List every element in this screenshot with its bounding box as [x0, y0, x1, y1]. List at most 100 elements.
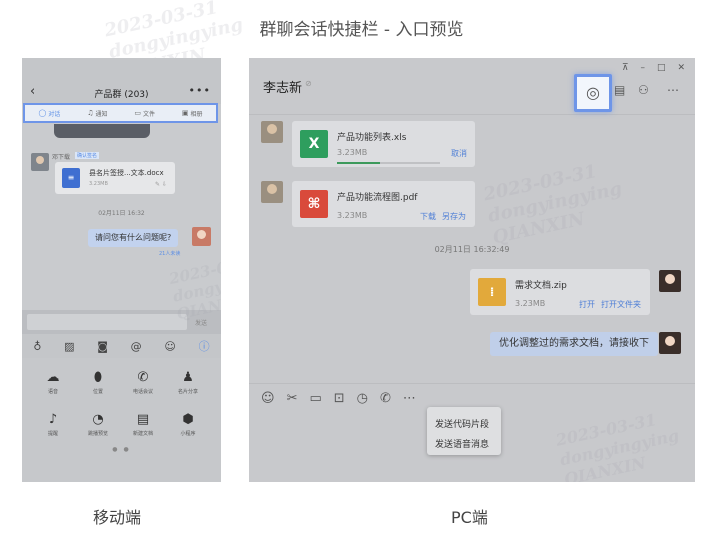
open-folder-button[interactable]: 打开文件夹: [601, 299, 641, 310]
avatar[interactable]: [659, 332, 681, 354]
tab-album[interactable]: ▣ 相册: [182, 109, 203, 118]
avatar[interactable]: [31, 153, 49, 171]
tab-files[interactable]: ▭ 文件: [134, 109, 155, 118]
tab-label: 相册: [190, 110, 203, 118]
more-menu: 发送代码片段 发送语音消息: [427, 407, 501, 455]
upload-progress: [337, 162, 440, 164]
minimize-icon[interactable]: –: [640, 63, 645, 73]
more-icon[interactable]: ⋯: [667, 83, 679, 97]
save-as-button[interactable]: 另存为: [442, 211, 466, 222]
file-message-zip[interactable]: ⁞ 需求文档.zip 3.23MB 打开 打开文件夹: [470, 269, 650, 315]
scissors-icon[interactable]: ✂: [287, 391, 298, 406]
gauge-icon: ◔: [92, 412, 104, 427]
pin-icon[interactable]: ⊼: [622, 63, 629, 73]
menu-item-send-voice-message[interactable]: 发送语音消息: [435, 437, 489, 450]
page-title: 群聊会话快捷栏 - 入口预览: [259, 20, 464, 40]
file-name: 县名片签授...文本.docx: [89, 169, 164, 177]
open-button[interactable]: 打开: [579, 299, 595, 310]
avatar[interactable]: [261, 181, 283, 203]
chat-icon: ◯: [38, 109, 47, 117]
file-message[interactable]: ≡ 县名片签授...文本.docx 3.23MB ✎ ⇩: [55, 162, 175, 194]
phone-icon[interactable]: ✆: [380, 391, 391, 406]
contacts-icon[interactable]: ⚇: [638, 83, 649, 97]
clock-icon[interactable]: ◷: [357, 391, 368, 406]
tab-label: 通知: [95, 110, 108, 118]
bell-icon: ♫: [87, 109, 94, 117]
menu-item-send-code-snippet[interactable]: 发送代码片段: [435, 417, 489, 430]
date-divider: 02月11日 16:32: [98, 210, 145, 217]
mobile-input-bar: 发送: [22, 310, 221, 334]
cloud-icon: ☁: [46, 370, 60, 385]
grid-item-remind[interactable]: ♪ 提醒: [31, 412, 75, 437]
grid-item-live[interactable]: ◔ 跳播预览: [76, 412, 120, 437]
grid-item-miniapp[interactable]: ⬢ 小程序: [166, 412, 210, 437]
info-icon[interactable]: ⓘ: [199, 338, 210, 354]
word-file-icon: ≡: [62, 168, 80, 188]
at-icon[interactable]: @: [131, 340, 142, 353]
mobile-shortcut-bar: ◯ 对话 ♫ 通知 ▭ 文件 ▣ 相册: [23, 103, 218, 123]
grid-item-card[interactable]: ♟ 名片分享: [166, 370, 210, 395]
tab-chat[interactable]: ◯ 对话: [38, 109, 60, 118]
file-size: 3.23MB: [89, 181, 108, 187]
tab-notice[interactable]: ♫ 通知: [87, 109, 107, 118]
date-divider: 02月11日 16:32:49: [434, 245, 510, 254]
avatar[interactable]: [192, 227, 211, 246]
grid-label: 名片分享: [177, 389, 198, 395]
grid-item-doc[interactable]: ▤ 新建文档: [121, 412, 165, 437]
folder-icon: ▭: [134, 109, 141, 117]
read-status[interactable]: 21人未读: [159, 250, 180, 257]
location-icon: ⬮: [93, 370, 103, 385]
contact-name: 李志新: [263, 81, 303, 96]
grid-item-conference[interactable]: ✆ 电话会议: [121, 370, 165, 395]
mobile-header: ‹ 产品群 (203) •••: [22, 58, 221, 104]
grid-label: 跳播预览: [87, 431, 108, 437]
text-message[interactable]: 请问您有什么问题呢?: [88, 229, 179, 247]
pdf-file-icon: ⌘: [300, 190, 328, 218]
file-message-xls[interactable]: X 产品功能列表.xls 3.23MB 取消: [292, 121, 475, 167]
mic-icon[interactable]: ♁: [33, 340, 41, 353]
status-icon: ⊘: [305, 79, 312, 88]
mobile-preview: ‹ 产品群 (203) ••• ◯ 对话 ♫ 通知 ▭ 文件 ▣ 相册 邓下载 …: [22, 58, 221, 482]
cube-icon: ⬢: [182, 412, 194, 427]
file-size: 3.23MB: [337, 211, 368, 220]
emoji-icon[interactable]: ☺: [164, 340, 175, 353]
grid-label: 位置: [92, 389, 103, 395]
emoji-icon[interactable]: ☺: [261, 391, 275, 406]
image-icon[interactable]: ▨: [64, 340, 74, 353]
text-message[interactable]: 优化调整过的需求文档，请接收下: [490, 332, 658, 356]
send-button[interactable]: 发送: [195, 318, 207, 327]
file-name: 产品功能流程图.pdf: [337, 193, 418, 203]
folder-icon[interactable]: ▭: [309, 391, 321, 406]
image-icon: ▣: [181, 109, 189, 117]
document-icon[interactable]: ▤: [614, 83, 625, 97]
window-controls: ⊼ – □ ✕: [622, 63, 685, 73]
grid-item-voice[interactable]: ☁ 语音: [31, 370, 75, 395]
avatar[interactable]: [261, 121, 283, 143]
grid-label: 语音: [47, 389, 58, 395]
grid-label: 提醒: [47, 431, 58, 437]
tab-label: 文件: [143, 110, 156, 118]
zip-file-icon: ⁞: [478, 278, 506, 306]
camera-icon[interactable]: ◙: [97, 340, 108, 353]
more-icon[interactable]: •••: [189, 84, 211, 97]
download-button[interactable]: 下载: [420, 211, 436, 222]
file-size: 3.23MB: [515, 299, 546, 308]
previous-message-card: [54, 124, 150, 138]
close-icon[interactable]: ✕: [677, 63, 685, 73]
grid-label: 新建文档: [132, 431, 153, 437]
file-size: 3.23MB: [337, 148, 368, 157]
excel-file-icon: X: [300, 130, 328, 158]
grid-item-location[interactable]: ⬮ 位置: [76, 370, 120, 395]
maximize-icon[interactable]: □: [657, 63, 666, 73]
mobile-toolbar: ♁ ▨ ◙ @ ☺ ⓘ: [22, 334, 221, 358]
more-icon[interactable]: ⋯: [403, 391, 416, 406]
file-actions[interactable]: ✎ ⇩: [155, 181, 167, 188]
document-icon: ▤: [136, 412, 150, 427]
code-snippet-icon[interactable]: ◎: [574, 74, 612, 112]
avatar[interactable]: [659, 270, 681, 292]
file-message-pdf[interactable]: ⌘ 产品功能流程图.pdf 3.23MB 下载 另存为: [292, 181, 475, 227]
message-input[interactable]: [27, 314, 187, 330]
screenshot-icon[interactable]: ⊡: [334, 391, 345, 406]
upload-progress-fill: [337, 162, 381, 164]
cancel-button[interactable]: 取消: [451, 148, 467, 159]
